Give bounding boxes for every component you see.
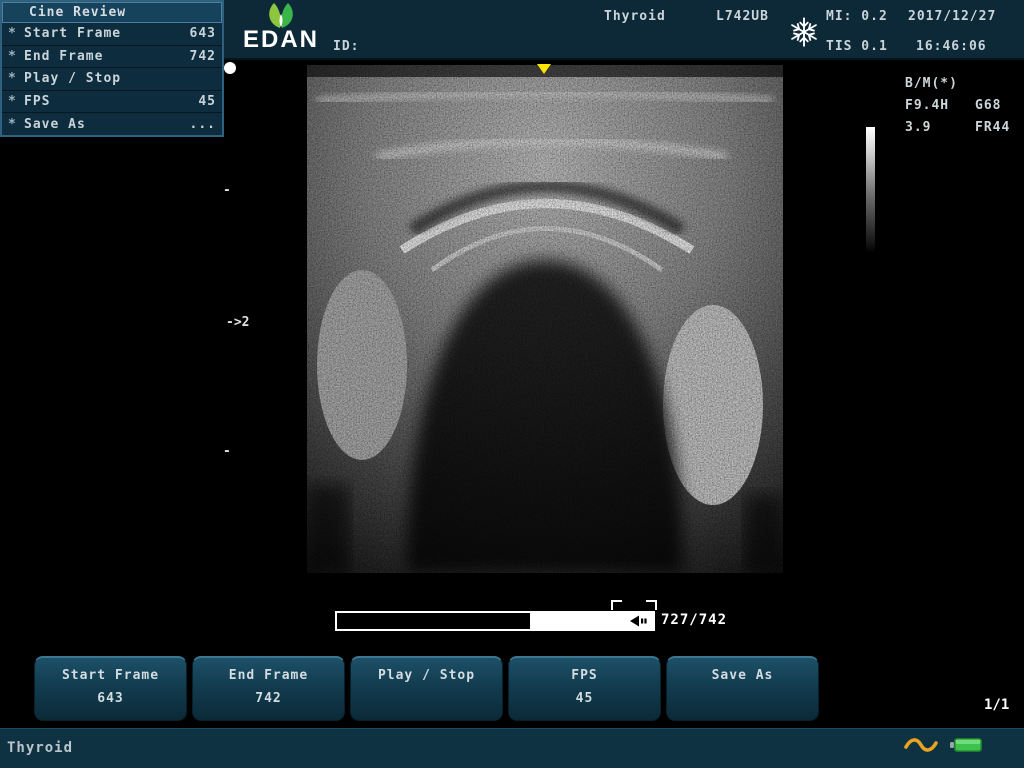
depth-tick: - [223, 444, 231, 459]
rewind-arrow-icon[interactable] [627, 614, 649, 628]
freeze-snowflake-icon [789, 17, 819, 47]
menu-bullet: * [8, 94, 24, 109]
menu-bullet: * [8, 49, 24, 64]
softkey-save-as[interactable]: Save As [666, 656, 819, 721]
menu-item-value: ... [190, 117, 216, 132]
status-bar: Thyroid [0, 728, 1024, 768]
softkey-end-frame[interactable]: End Frame 742 [192, 656, 345, 721]
softkey-value: 742 [193, 691, 344, 706]
menu-title: Cine Review [2, 2, 222, 23]
loop-range-bracket-right [646, 600, 657, 610]
tis-readout: TIS 0.1 [826, 39, 888, 54]
frequency-readout: F9.4H [905, 98, 949, 113]
menu-cursor-dot [224, 62, 236, 74]
softkey-play-stop[interactable]: Play / Stop [350, 656, 503, 721]
brand-name: EDAN [238, 29, 324, 51]
menu-item-value: 742 [190, 49, 216, 64]
menu-item-label: Play / Stop [24, 71, 216, 86]
depth-tick: - [223, 183, 231, 198]
depth-readout: 3.9 [905, 120, 931, 135]
softkey-label: FPS [509, 668, 660, 683]
menu-item-fps[interactable]: * FPS 45 [2, 91, 222, 114]
menu-item-label: FPS [24, 94, 198, 109]
menu-bullet: * [8, 117, 24, 132]
menu-item-value: 45 [198, 94, 216, 109]
softkey-value: 45 [509, 691, 660, 706]
ultrasound-screen: EDAN ID: Thyroid L742UB MI: 0.2 TIS 0.1 … [0, 0, 1024, 768]
patient-id-label: ID: [333, 39, 359, 54]
softkey-fps[interactable]: FPS 45 [508, 656, 661, 721]
cine-frame-counter: 727/742 [661, 612, 727, 628]
softkey-label: End Frame [193, 668, 344, 683]
probe-orientation-marker-icon [537, 64, 551, 74]
ultrasound-image [307, 65, 783, 573]
menu-item-play-stop[interactable]: * Play / Stop [2, 68, 222, 91]
focus-depth-marker: ->2 [226, 315, 249, 330]
menu-item-save-as[interactable]: * Save As ... [2, 113, 222, 135]
mode-readout: B/M(*) [905, 76, 958, 91]
softkey-label: Start Frame [35, 668, 186, 683]
system-time: 16:46:06 [916, 39, 987, 54]
cine-review-menu: Cine Review * Start Frame 643 * End Fram… [0, 0, 224, 137]
menu-item-value: 643 [190, 26, 216, 41]
menu-bullet: * [8, 71, 24, 86]
grayscale-bar [866, 127, 875, 253]
edan-logo: EDAN [238, 2, 324, 51]
softkey-label: Play / Stop [351, 668, 502, 683]
system-date: 2017/12/27 [908, 9, 996, 24]
softkey-label: Save As [667, 668, 818, 683]
menu-item-label: End Frame [24, 49, 190, 64]
menu-item-end-frame[interactable]: * End Frame 742 [2, 46, 222, 69]
statusbar-exam-type: Thyroid [7, 740, 73, 756]
ac-power-wave-icon [903, 736, 939, 754]
gain-readout: G68 [975, 98, 1001, 113]
probe-model-label: L742UB [716, 9, 769, 24]
battery-icon [949, 735, 985, 755]
edan-leaf-icon [261, 2, 301, 29]
menu-item-start-frame[interactable]: * Start Frame 643 [2, 23, 222, 46]
mi-readout: MI: 0.2 [826, 9, 888, 24]
menu-item-label: Save As [24, 117, 190, 132]
softkey-start-frame[interactable]: Start Frame 643 [34, 656, 187, 721]
exam-type-label: Thyroid [604, 9, 666, 24]
menu-bullet: * [8, 26, 24, 41]
softkey-value: 643 [35, 691, 186, 706]
menu-item-label: Start Frame [24, 26, 190, 41]
softkey-page-indicator: 1/1 [984, 697, 1009, 713]
loop-range-bracket-left [611, 600, 622, 610]
cine-progress-bar[interactable] [335, 611, 655, 631]
frame-rate-readout: FR44 [975, 120, 1010, 135]
